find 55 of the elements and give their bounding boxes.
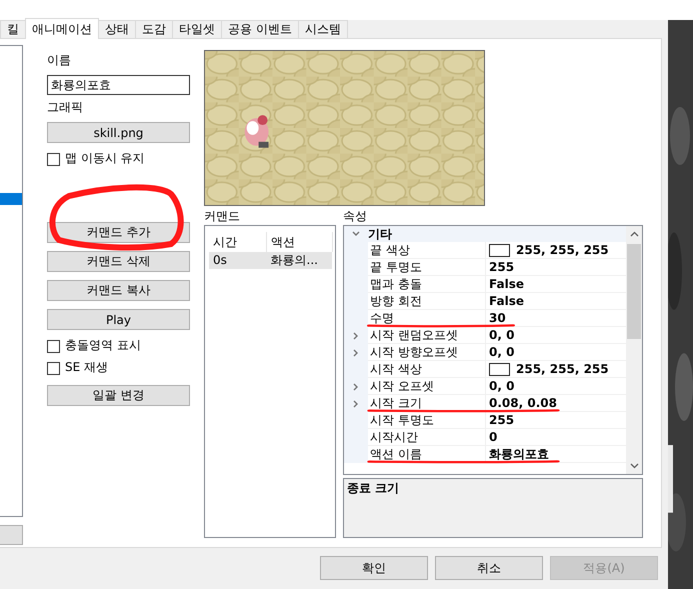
graphic-button[interactable]: skill.png: [47, 122, 190, 143]
chevron-icon[interactable]: [352, 382, 360, 390]
property-value[interactable]: 255, 255, 255: [516, 243, 609, 257]
property-value[interactable]: False: [489, 277, 524, 291]
scrollbar[interactable]: [626, 226, 642, 474]
commands-label: 커맨드: [204, 208, 240, 225]
property-value[interactable]: 255: [489, 260, 514, 274]
tab[interactable]: 타일셋: [172, 20, 222, 38]
command-button[interactable]: 커맨드 복사: [47, 280, 190, 301]
name-label: 이름: [47, 53, 71, 68]
scroll-down-icon[interactable]: [630, 463, 638, 469]
command-button[interactable]: 커맨드 삭제: [47, 251, 190, 272]
tab[interactable]: 상태: [98, 20, 136, 38]
color-swatch: [489, 244, 510, 256]
chevron-icon[interactable]: [352, 332, 360, 340]
tab[interactable]: 공용 이벤트: [221, 20, 299, 38]
property-value[interactable]: 255, 255, 255: [516, 362, 609, 376]
property-value[interactable]: 0, 0: [489, 345, 514, 359]
commands-list[interactable]: 시간 액션 0s 화룡의...: [204, 225, 336, 538]
chevron-icon[interactable]: [352, 348, 360, 356]
dialog-button[interactable]: 취소: [435, 556, 543, 580]
batch-change-button[interactable]: 일괄 변경: [47, 385, 190, 406]
property-value[interactable]: 0: [489, 430, 498, 444]
command-button[interactable]: Play: [47, 309, 190, 330]
list-box[interactable]: [0, 45, 23, 517]
name-field[interactable]: 화룡의포효: [47, 75, 190, 95]
chevron-icon[interactable]: [352, 400, 360, 408]
property-value[interactable]: 30: [489, 311, 506, 325]
checkbox[interactable]: [47, 362, 60, 374]
checkbox[interactable]: [47, 340, 60, 352]
property-value[interactable]: 화룡의포효: [489, 446, 549, 462]
color-swatch: [489, 362, 510, 376]
property-value[interactable]: 0, 0: [489, 379, 514, 393]
chevron-icon[interactable]: [352, 230, 360, 238]
category-label: 기타: [368, 226, 392, 242]
checkbox-label: 충돌영역 표시: [65, 338, 141, 353]
tab[interactable]: 시스템: [298, 20, 348, 38]
graphic-label: 그래픽: [47, 100, 83, 115]
property-name: 액션 이름: [368, 446, 486, 463]
property-value[interactable]: 0, 0: [489, 328, 514, 342]
properties-label: 속성: [343, 208, 367, 225]
scroll-up-icon[interactable]: [630, 231, 638, 237]
property-grid[interactable]: 기타 끝 색상 255, 255, 255 끝 투명도 255 맵과 충돌 False 방향 회전 False 수명 30 시작 랜덤오프셋 0, 0 시작 방향오프셋 0, 0 시작 색상 255, 255, 255 시작 오프셋 0, 0 시작 크기 0.08, 0.08 시작 투명도 255 시작시간 0 액션 이름 화룡의포효: [343, 225, 643, 475]
tab[interactable]: 애니메이션: [25, 18, 99, 39]
tab[interactable]: 도감: [135, 20, 173, 38]
tab[interactable]: 킬: [0, 20, 26, 38]
checkbox-label: SE 재생: [65, 360, 108, 375]
checkbox-label: 맵 이동시 유지: [65, 151, 145, 166]
dialog-button[interactable]: 확인: [320, 556, 428, 580]
property-value[interactable]: False: [489, 294, 524, 308]
list-row[interactable]: 0s 화룡의...: [209, 252, 332, 269]
property-value[interactable]: 255: [489, 413, 514, 427]
description-title: 종료 크기: [347, 481, 400, 495]
checkbox[interactable]: [47, 152, 60, 166]
property-value[interactable]: 0.08, 0.08: [489, 396, 557, 410]
